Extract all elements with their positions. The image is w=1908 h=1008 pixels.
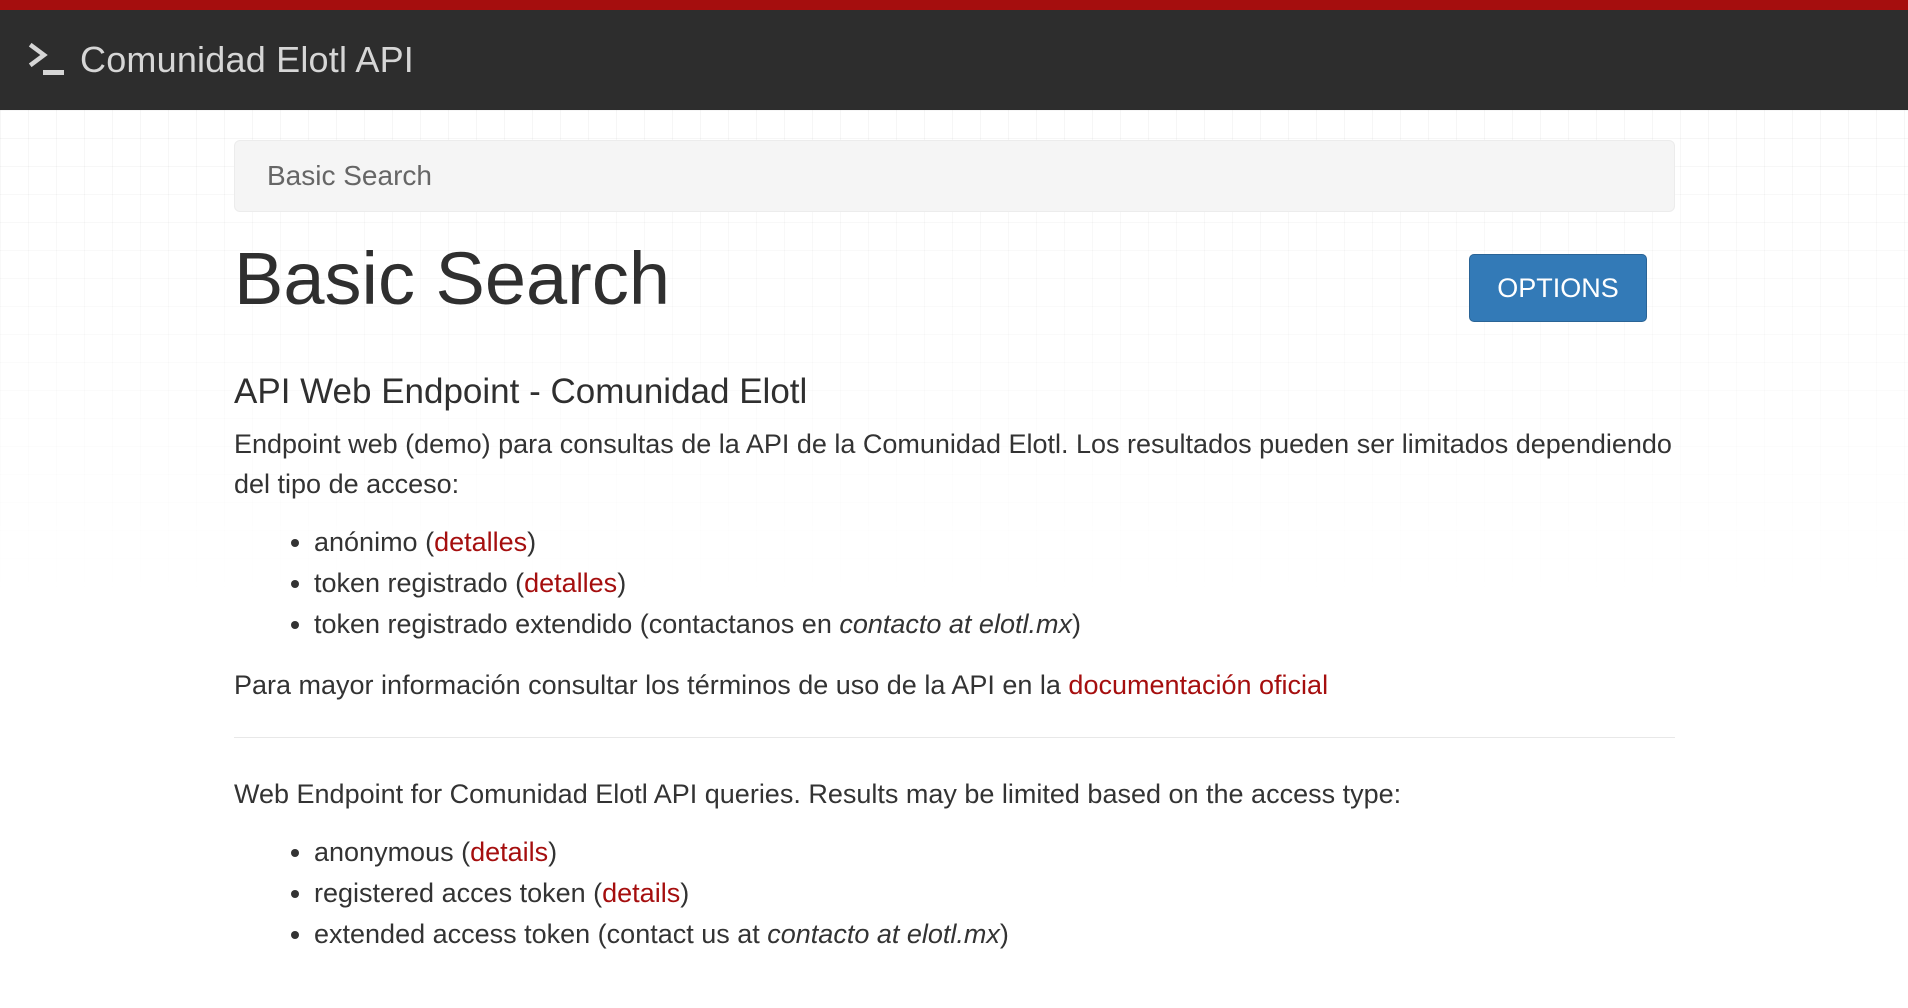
list-item-text: )	[527, 527, 537, 557]
list-item: anonymous (details)	[314, 832, 1675, 873]
contact-email: contacto at elotl.mx	[839, 609, 1072, 639]
english-description: Web Endpoint for Comunidad Elotl API que…	[234, 774, 1675, 955]
brand-title: Comunidad Elotl API	[80, 39, 414, 80]
list-item-text: )	[1071, 609, 1081, 639]
more-info-text: Para mayor información consultar los tér…	[234, 670, 1069, 700]
list-item: token registrado extendido (contactanos …	[314, 604, 1675, 645]
list-item: anónimo (detalles)	[314, 522, 1675, 563]
list-item-text: )	[680, 878, 690, 908]
divider	[234, 737, 1675, 738]
list-item-text: )	[999, 919, 1009, 949]
details-link[interactable]: detalles	[524, 568, 617, 598]
list-item-text: anónimo (	[314, 527, 435, 557]
options-button[interactable]: OPTIONS	[1469, 254, 1647, 322]
list-item-text: extended access token (contact us at	[314, 919, 768, 949]
top-accent-bar	[0, 0, 1908, 10]
search-bar[interactable]	[234, 140, 1675, 212]
brand-link[interactable]: Comunidad Elotl API	[28, 39, 414, 81]
details-link[interactable]: detalles	[434, 527, 527, 557]
contact-email: contacto at elotl.mx	[767, 919, 1000, 949]
list-item-text: anonymous (	[314, 837, 471, 867]
english-intro: Web Endpoint for Comunidad Elotl API que…	[234, 779, 1402, 809]
list-item-text: token registrado (	[314, 568, 525, 598]
spanish-access-list: anónimo (detalles) token registrado (det…	[234, 522, 1675, 645]
main-content: Basic Search OPTIONS API Web Endpoint - …	[234, 110, 1675, 975]
list-item: registered acces token (details)	[314, 873, 1675, 914]
page-title: Basic Search	[234, 237, 670, 320]
list-item-text: )	[617, 568, 627, 598]
spanish-more-info: Para mayor información consultar los tér…	[234, 665, 1675, 705]
list-item-text: token registrado extendido (contactanos …	[314, 609, 840, 639]
list-item: token registrado (detalles)	[314, 563, 1675, 604]
spanish-description: API Web Endpoint - Comunidad Elotl Endpo…	[234, 372, 1675, 705]
list-item-text: )	[548, 837, 558, 867]
terminal-prompt-icon	[28, 40, 70, 80]
english-access-list: anonymous (details) registered acces tok…	[234, 832, 1675, 955]
search-input[interactable]	[265, 159, 1674, 193]
list-item-text: registered acces token (	[314, 878, 603, 908]
navbar: Comunidad Elotl API	[0, 10, 1908, 110]
section-heading: API Web Endpoint - Comunidad Elotl	[234, 372, 808, 411]
official-docs-link[interactable]: documentación oficial	[1068, 670, 1328, 700]
list-item: extended access token (contact us at con…	[314, 914, 1675, 955]
details-link[interactable]: details	[602, 878, 680, 908]
spanish-intro: Endpoint web (demo) para consultas de la…	[234, 429, 1672, 499]
title-row: Basic Search OPTIONS	[234, 212, 1675, 352]
details-link[interactable]: details	[470, 837, 548, 867]
